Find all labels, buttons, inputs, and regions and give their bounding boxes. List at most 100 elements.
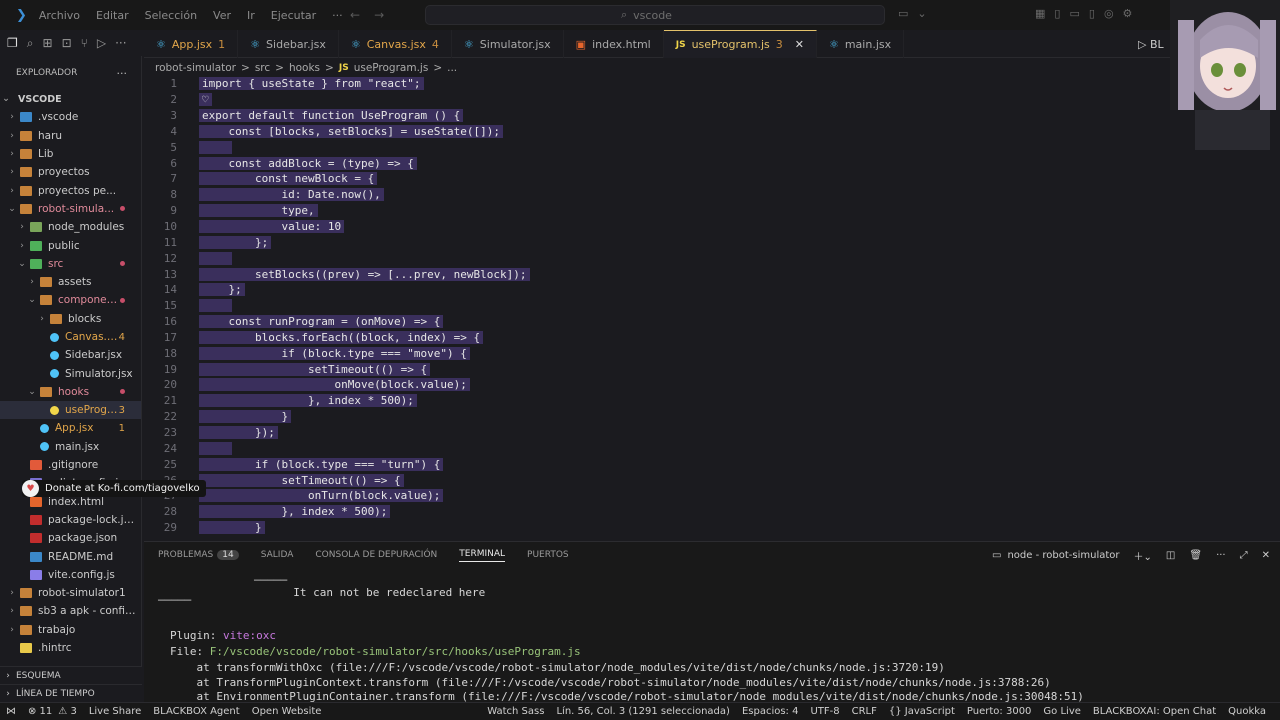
code-line[interactable]: 23 }); [144, 425, 1270, 441]
menu-seleccion[interactable]: Selección [137, 9, 205, 22]
code-line[interactable]: 16 const runProgram = (onMove) => { [144, 314, 1270, 330]
code-line[interactable]: 6 const addBlock = (type) => { [144, 155, 1270, 171]
language-status[interactable]: {} JavaScript [883, 706, 961, 717]
code-line[interactable]: 12 [144, 250, 1270, 266]
workspace-root[interactable]: ⌄ VSCODE [0, 90, 141, 108]
tree-item[interactable]: package.json [0, 529, 141, 547]
code-line[interactable]: 24 [144, 440, 1270, 456]
code-line[interactable]: 18 if (block.type === "move") { [144, 345, 1270, 361]
remote-icon[interactable]: ⋈ [0, 706, 22, 717]
tree-item[interactable]: › blocks [0, 310, 141, 328]
extensions-icon[interactable]: ⊞ [43, 36, 53, 50]
new-terminal-icon[interactable]: ＋⌄ [1134, 548, 1152, 563]
maximize-panel-icon[interactable]: ⤢ [1240, 550, 1248, 561]
source-control-icon[interactable]: ⑂ [81, 36, 88, 50]
tree-item[interactable]: ⌄ components [0, 291, 141, 309]
code-line[interactable]: 5 [144, 139, 1270, 155]
code-line[interactable]: 14 }; [144, 282, 1270, 298]
cursor-position-status[interactable]: Lín. 56, Col. 3 (1291 seleccionada) [550, 706, 735, 717]
code-line[interactable]: 27 onTurn(block.value); [144, 488, 1270, 504]
tree-item[interactable]: App.jsx 1 [0, 419, 141, 437]
editor-tab[interactable]: ⚛ Simulator.jsx [452, 30, 564, 58]
nav-forward-button[interactable]: → [374, 8, 398, 22]
run-button[interactable]: ▷ BL [1138, 38, 1164, 51]
tree-item[interactable]: main.jsx [0, 438, 141, 456]
explorer-more-button[interactable]: ··· [117, 67, 128, 80]
panel-tab[interactable]: TERMINAL [459, 549, 506, 562]
toggle-secondary-icon[interactable]: ▯ [1089, 7, 1095, 20]
open-website-status[interactable]: Open Website [246, 706, 328, 717]
split-terminal-icon[interactable]: ◫ [1166, 550, 1175, 561]
code-line[interactable]: 25 if (block.type === "turn") { [144, 456, 1270, 472]
blackbox-agent-status[interactable]: BLACKBOX Agent [147, 706, 245, 717]
code-editor[interactable]: 1 import { useState } from "react"; 2 ♡ 3 exp… [144, 76, 1270, 540]
watch-sass-status[interactable]: Watch Sass [481, 706, 550, 717]
panel-tab[interactable]: PUERTOS [527, 550, 569, 560]
tree-item[interactable]: › assets [0, 273, 141, 291]
code-line[interactable]: 1 import { useState } from "react"; [144, 76, 1270, 92]
menu-ver[interactable]: Ver [205, 9, 239, 22]
editor-tab[interactable]: JS useProgram.js 3 ✕ [663, 30, 817, 58]
breadcrumb-item[interactable]: useProgram.js [354, 62, 429, 74]
tree-item[interactable]: › Lib [0, 145, 141, 163]
code-line[interactable]: 3 export default function UseProgram () { [144, 108, 1270, 124]
tree-item[interactable]: package-lock.json [0, 511, 141, 529]
code-line[interactable]: 22 } [144, 409, 1270, 425]
tree-item[interactable]: › proyectos [0, 163, 141, 181]
tree-item[interactable]: Simulator.jsx [0, 364, 141, 382]
code-line[interactable]: 15 [144, 298, 1270, 314]
timeline-section[interactable]: › LÍNEA DE TIEMPO [0, 684, 142, 702]
breadcrumb-item[interactable]: src [255, 62, 270, 74]
close-icon[interactable]: ✕ [795, 38, 804, 51]
command-center-search[interactable]: ⌕ vscode [425, 5, 885, 25]
menu-more[interactable]: ··· [324, 9, 351, 22]
tree-item[interactable]: › trabajo [0, 621, 141, 639]
code-line[interactable]: 28 }, index * 500); [144, 504, 1270, 520]
copilot-icon[interactable]: ▭ [898, 7, 908, 20]
tree-item[interactable]: › haru [0, 127, 141, 145]
port-status[interactable]: Puerto: 3000 [961, 706, 1038, 717]
breadcrumb-item[interactable]: ... [447, 62, 457, 74]
code-line[interactable]: 2 ♡ [144, 92, 1270, 108]
panel-tab[interactable]: PROBLEMAS 14 [158, 550, 239, 560]
errors-status[interactable]: ⊗ 11 [22, 706, 58, 717]
code-line[interactable]: 11 }; [144, 234, 1270, 250]
code-line[interactable]: 17 blocks.forEach((block, index) => { [144, 330, 1270, 346]
kill-terminal-icon[interactable]: 🗑 [1189, 550, 1202, 561]
tree-item[interactable]: README.md [0, 547, 141, 565]
editor-tab[interactable]: ⚛ App.jsx 1 [144, 30, 239, 58]
code-line[interactable]: 4 const [blocks, setBlocks] = useState([… [144, 124, 1270, 140]
editor-tab[interactable]: ⚛ Canvas.jsx 4 [339, 30, 452, 58]
editor-tab[interactable]: ▣ index.html [564, 30, 664, 58]
code-line[interactable]: 13 setBlocks((prev) => [...prev, newBloc… [144, 266, 1270, 282]
run-debug-icon[interactable]: ▷ [97, 36, 106, 50]
accounts-icon[interactable]: ◎ [1104, 7, 1114, 20]
tree-item[interactable]: ⌄ robot-simula... [0, 200, 141, 218]
tree-item[interactable]: Sidebar.jsx [0, 346, 141, 364]
close-panel-icon[interactable]: ✕ [1262, 550, 1270, 561]
code-line[interactable]: 7 const newBlock = { [144, 171, 1270, 187]
tree-item[interactable]: ⌄ src [0, 255, 141, 273]
menu-archivo[interactable]: Archivo [31, 9, 88, 22]
code-line[interactable]: 29 } [144, 520, 1270, 536]
donate-banner[interactable]: ♥ Donate at Ko-fi.com/tiagovelko [22, 480, 206, 497]
tree-item[interactable]: Canvas.jsx 4 [0, 328, 141, 346]
search-icon[interactable]: ⌕ [27, 36, 34, 51]
code-line[interactable]: 20 onMove(block.value); [144, 377, 1270, 393]
tree-item[interactable]: .hintrc [0, 639, 141, 657]
remote-explorer-icon[interactable]: ⊡ [62, 36, 72, 50]
tree-item[interactable]: vite.config.js [0, 566, 141, 584]
eol-status[interactable]: CRLF [846, 706, 883, 717]
more-icon[interactable]: ··· [115, 36, 126, 50]
chevron-down-icon[interactable]: ⌄ [917, 7, 926, 20]
code-line[interactable]: 9 type, [144, 203, 1270, 219]
tree-item[interactable]: ⌄ hooks [0, 383, 141, 401]
terminal-output[interactable]: ───── ───── It can not be redeclared her… [144, 568, 1280, 703]
minimap[interactable] [1195, 110, 1270, 150]
menu-editar[interactable]: Editar [88, 9, 137, 22]
panel-tab[interactable]: CONSOLA DE DEPURACIÓN [315, 550, 437, 560]
tree-item[interactable]: › robot-simulator1 [0, 584, 141, 602]
encoding-status[interactable]: UTF-8 [804, 706, 845, 717]
indentation-status[interactable]: Espacios: 4 [736, 706, 805, 717]
breadcrumb-item[interactable]: JS [339, 63, 349, 73]
